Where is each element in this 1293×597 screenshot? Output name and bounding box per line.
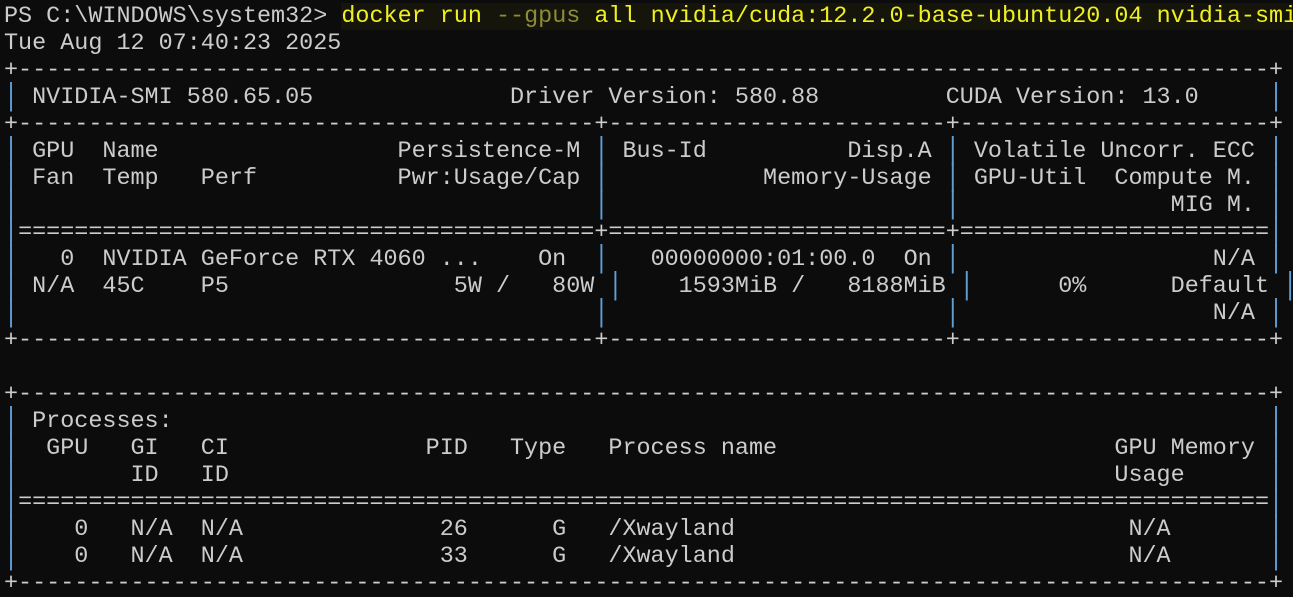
table-bar: | xyxy=(1269,79,1284,116)
smi-version-row: | NVIDIA-SMI 580.65.05 Driver Version: 5… xyxy=(4,79,1284,116)
command-input[interactable]: docker run --gpus all nvidia/cuda:12.2.0… xyxy=(341,3,1293,30)
command-args: all nvidia/cuda:12.2.0-base-ubuntu20.04 … xyxy=(580,3,1293,30)
process-row: | 0 N/A N/A 26 G /Xwayland N/A | xyxy=(4,511,1284,548)
table-border: +---------------------------------------… xyxy=(4,111,1284,138)
table-bar: | xyxy=(945,295,960,332)
gpu-data-row: | | | N/A | xyxy=(4,295,1284,332)
table-border: +---------------------------------------… xyxy=(4,327,1284,354)
command-line: PS C:\WINDOWS\system32> docker run --gpu… xyxy=(4,3,1293,30)
table-bar: | xyxy=(4,295,19,332)
gpu-header-row: | | | MIG M. | xyxy=(4,187,1284,224)
table-border: +---------------------------------------… xyxy=(4,381,1284,408)
command-exe: docker run xyxy=(341,3,496,30)
command-param: --gpus xyxy=(495,3,581,30)
table-bar: | xyxy=(1269,538,1284,575)
process-row: | 0 N/A N/A 33 G /Xwayland N/A | xyxy=(4,538,1284,575)
table-separator: |=======================================… xyxy=(4,484,1284,521)
table-bar: | xyxy=(1283,268,1293,304)
terminal-window[interactable]: PS C:\WINDOWS\system32> docker run --gpu… xyxy=(0,0,1293,597)
table-bar: | xyxy=(4,538,19,575)
table-bar: | xyxy=(594,187,609,224)
gpu-header-row: | Fan Temp Perf Pwr:Usage/Cap | Memory-U… xyxy=(4,160,1284,197)
processes-title-row: | Processes: | xyxy=(4,403,1284,440)
gpu-data-row: | N/A 45C P5 5W / 80W | 1593MiB / 8188Mi… xyxy=(4,268,1293,304)
table-bar: | xyxy=(594,241,609,278)
table-bar: | xyxy=(4,79,19,116)
prompt: PS C:\WINDOWS\system32> xyxy=(4,3,342,30)
table-bar: | xyxy=(594,295,609,332)
table-bar: | xyxy=(945,187,960,224)
table-separator: |=======================================… xyxy=(4,214,1284,251)
processes-header-row: | ID ID Usage | xyxy=(4,457,1284,494)
table-bar: | xyxy=(608,268,623,305)
gpu-header-row: | GPU Name Persistence-M | Bus-Id Disp.A… xyxy=(4,133,1284,170)
table-border: +---------------------------------------… xyxy=(4,57,1284,84)
output-timestamp: Tue Aug 12 07:40:23 2025 xyxy=(4,30,342,57)
processes-header-row: | GPU GI CI PID Type Process name GPU Me… xyxy=(4,430,1284,467)
gpu-data-row: | 0 NVIDIA GeForce RTX 4060 ... On | 000… xyxy=(4,241,1284,278)
table-bar: | xyxy=(1269,295,1284,332)
table-bar: | xyxy=(1269,241,1284,278)
table-bar: | xyxy=(945,241,960,278)
table-bar: | xyxy=(959,268,974,305)
